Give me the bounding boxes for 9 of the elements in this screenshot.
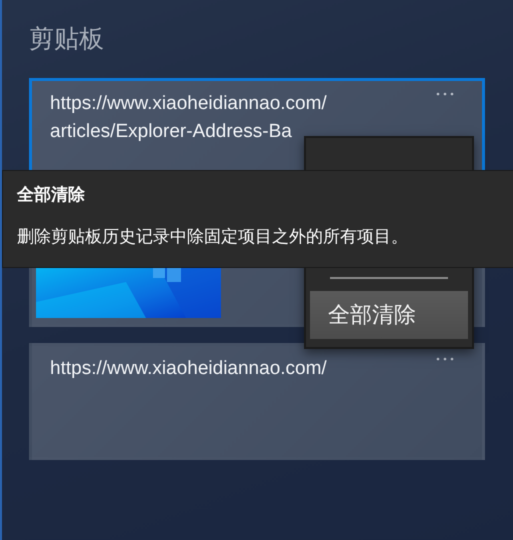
clip-text: https://www.xiaoheidiannao.com/ (50, 92, 328, 116)
more-icon[interactable] (436, 357, 454, 361)
text-clip[interactable]: https://www.xiaoheidiannao.com/ (29, 343, 485, 460)
clip-text: https://www.xiaoheidiannao.com/ (50, 357, 328, 381)
tooltip-text: 删除剪贴板历史记录中除固定项目之外的所有项目。 (17, 226, 409, 248)
clip-text: articles/Explorer-Address-Ba (50, 120, 293, 144)
more-icon[interactable] (436, 92, 454, 96)
menu-item[interactable]: 全部清除 (310, 291, 468, 339)
panel-title: 剪贴板 (29, 24, 105, 55)
